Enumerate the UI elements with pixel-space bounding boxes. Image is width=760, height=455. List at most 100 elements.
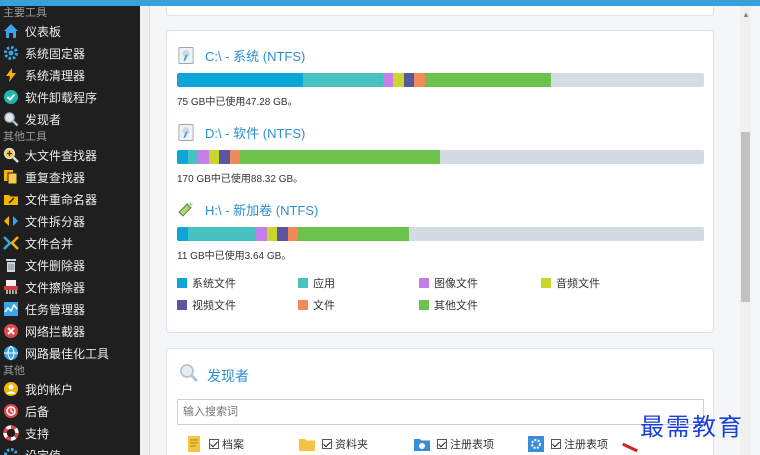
sidebar-item-network-blocker[interactable]: 网络拦截器 — [0, 320, 140, 342]
legend-label: 应用 — [313, 278, 335, 290]
sidebar-item-label: 文件删除器 — [25, 258, 86, 273]
registry-value-icon — [527, 435, 545, 453]
sidebar-item-label: 系统清理器 — [25, 68, 86, 83]
legend-swatch — [177, 278, 187, 288]
sidebar-item-label: 支持 — [25, 426, 50, 441]
usage-segment — [219, 150, 230, 164]
legend-item: 音频文件 — [541, 275, 600, 291]
legend-swatch — [541, 278, 551, 288]
checkbox[interactable] — [209, 439, 219, 449]
legend-swatch — [419, 278, 429, 288]
sidebar-item-label: 任务管理器 — [25, 302, 86, 317]
usage-segment — [177, 150, 188, 164]
legend-label: 系统文件 — [192, 278, 236, 290]
sidebar-item-uninstaller[interactable]: 软件卸载程序 — [0, 86, 140, 108]
scroll-up-icon[interactable]: ▲ — [742, 10, 750, 19]
sidebar-item-label: 我的帐户 — [25, 382, 74, 397]
usage-segment — [403, 73, 415, 87]
finder-title: 发现者 — [207, 367, 249, 384]
search-icon — [179, 363, 199, 388]
sidebar-item-label: 网络拦截器 — [25, 324, 86, 339]
sidebar-item-system-cleaner[interactable]: 系统清理器 — [0, 64, 140, 86]
drive-usage-bar — [177, 227, 704, 241]
legend-item: 视频文件 — [177, 297, 236, 313]
sidebar-item-dashboard[interactable]: 仪表板 — [0, 20, 140, 42]
shredder-icon — [3, 279, 19, 295]
filter-label: 注册表项 — [450, 439, 494, 451]
drive-d: D:\ - 软件 (NTFS) 170 GB中已使用88.32 GB。 — [177, 120, 705, 185]
chart-icon — [3, 301, 19, 317]
filter-folders[interactable]: 资料夹 — [298, 435, 368, 453]
sidebar-item-duplicate-finder[interactable]: 重复查找器 — [0, 166, 140, 188]
sidebar-item-finder[interactable]: 发现者 — [0, 108, 140, 130]
legend-label: 文件 — [313, 300, 335, 312]
sidebar-item-file-renamer[interactable]: 文件重命名器 — [0, 188, 140, 210]
sidebar-item-label: 文件擦除器 — [25, 280, 86, 295]
legend-swatch — [177, 300, 187, 310]
legend-label: 视频文件 — [192, 300, 236, 312]
sidebar: 主要工具 仪表板 系统固定器 系统清理器 软件卸载程序 发现者 其他工具 大文件… — [0, 6, 140, 455]
sidebar-item-network-optimizer[interactable]: 网路最佳化工具 — [0, 342, 140, 364]
sidebar-section-main: 主要工具 — [3, 7, 47, 19]
drive-h: H:\ - 新加卷 (NTFS) 11 GB中已使用3.64 GB。 — [177, 197, 705, 262]
sidebar-item-system-fixer[interactable]: 系统固定器 — [0, 42, 140, 64]
filter-registry-values[interactable]: 注册表项 — [527, 435, 608, 453]
sidebar-item-file-deleter[interactable]: 文件删除器 — [0, 254, 140, 276]
sidebar-item-label: 软件卸载程序 — [25, 90, 98, 105]
registry-key-icon — [413, 435, 431, 453]
sidebar-item-label: 发现者 — [25, 112, 62, 127]
hdd-icon — [177, 45, 195, 65]
usb-drive-icon — [177, 199, 195, 219]
content-left-border — [140, 6, 150, 455]
checkbox[interactable] — [437, 439, 447, 449]
usage-segment — [187, 150, 199, 164]
drive-usage-text: 75 GB中已使用47.28 GB。 — [177, 97, 298, 108]
checkbox[interactable] — [551, 439, 561, 449]
filter-files[interactable]: 档案 — [185, 435, 244, 453]
legend-label: 其他文件 — [434, 300, 478, 312]
legend-item: 文件 — [298, 297, 335, 313]
filter-label: 档案 — [222, 439, 244, 451]
sidebar-item-support[interactable]: 支持 — [0, 422, 140, 444]
globe-icon — [3, 345, 19, 361]
trash-icon — [3, 257, 19, 273]
sidebar-item-my-account[interactable]: 我的帐户 — [0, 378, 140, 400]
sidebar-item-settings[interactable]: 设定值 — [0, 444, 140, 455]
checkbox[interactable] — [322, 439, 332, 449]
usage-segment — [177, 227, 188, 241]
sidebar-item-label: 网路最佳化工具 — [25, 346, 110, 361]
sidebar-item-file-merge[interactable]: 文件合并 — [0, 232, 140, 254]
usage-segment — [187, 227, 257, 241]
drive-usage-text: 11 GB中已使用3.64 GB。 — [177, 251, 292, 262]
usage-segment — [198, 150, 209, 164]
sidebar-item-large-file-finder[interactable]: 大文件查找器 — [0, 144, 140, 166]
scrollbar-thumb[interactable] — [741, 132, 750, 302]
split-icon — [3, 213, 19, 229]
vertical-scrollbar[interactable]: ▲ — [740, 6, 751, 455]
legend-item: 应用 — [298, 275, 335, 291]
sidebar-item-file-splitter[interactable]: 文件拆分器 — [0, 210, 140, 232]
usage-segment — [229, 150, 241, 164]
legend-label: 音频文件 — [556, 278, 600, 290]
sidebar-item-file-shredder[interactable]: 文件擦除器 — [0, 276, 140, 298]
search-input[interactable] — [177, 399, 704, 425]
backup-icon — [3, 403, 19, 419]
usage-segment — [208, 150, 220, 164]
filter-registry-keys[interactable]: 注册表项 — [413, 435, 494, 453]
lightning-icon — [3, 67, 19, 83]
finder-card: 发现者 档案 资料夹 注册表项 注册表项 — [166, 348, 714, 455]
legend-label: 图像文件 — [434, 278, 478, 290]
drive-usage-text: 170 GB中已使用88.32 GB。 — [177, 174, 304, 185]
magnifier-plus-icon — [3, 147, 19, 163]
drive-name: H:\ - 新加卷 (NTFS) — [205, 202, 319, 218]
usage-segment — [382, 73, 394, 87]
main-content: C:\ - 系统 (NTFS) 75 GB中已使用47.28 GB。 D:\ -… — [140, 6, 760, 455]
block-icon — [3, 323, 19, 339]
drive-usage-bar — [177, 73, 704, 87]
document-icon — [185, 435, 203, 453]
usage-segment — [303, 73, 383, 87]
watermark: 最需教育 — [640, 413, 744, 441]
sidebar-item-backup[interactable]: 后备 — [0, 400, 140, 422]
legend-swatch — [298, 300, 308, 310]
sidebar-item-task-manager[interactable]: 任务管理器 — [0, 298, 140, 320]
